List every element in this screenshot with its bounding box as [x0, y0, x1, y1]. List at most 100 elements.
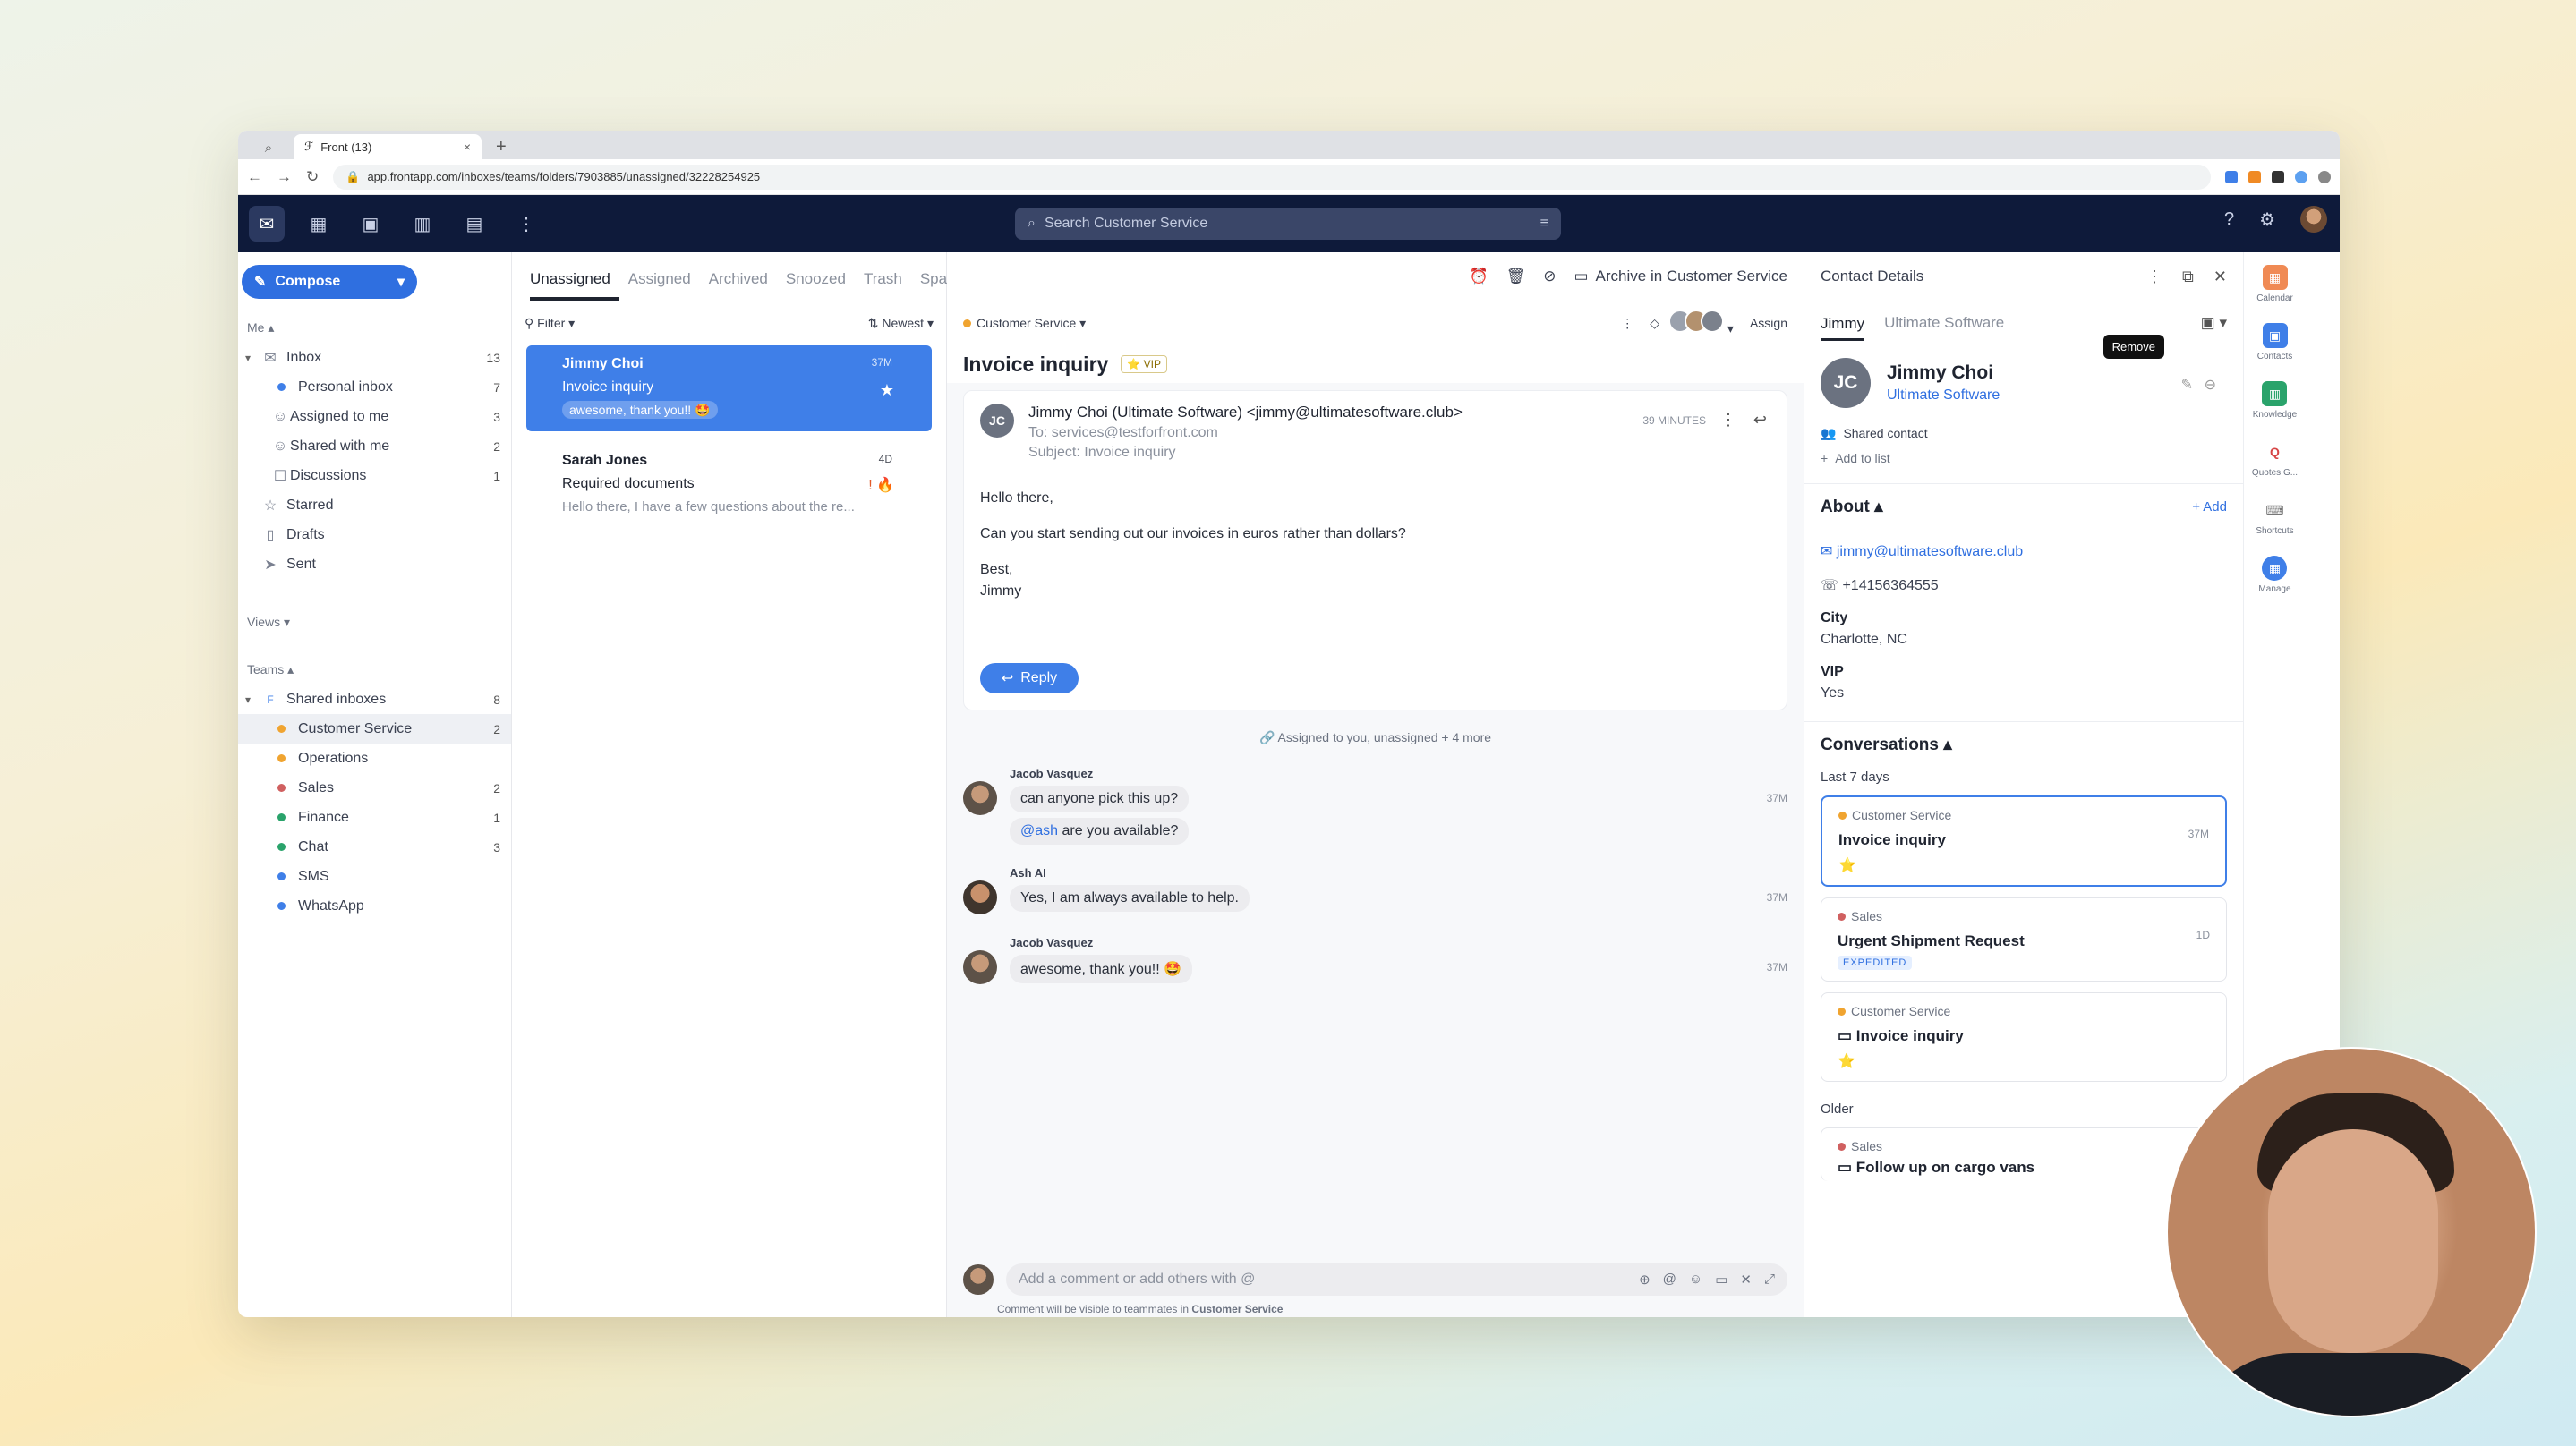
sidebar-item-team[interactable]: Operations	[238, 744, 511, 773]
contact-conversation-card[interactable]: Customer Service Invoice inquiry ⭐ 37M	[1821, 795, 2227, 887]
inbox-nav-icon[interactable]: ✉	[249, 206, 285, 242]
tab-assigned[interactable]: Assigned	[628, 270, 700, 301]
sidebar-item-shared-inboxes[interactable]: ▾ F Shared inboxes 8	[238, 685, 511, 714]
contact-company-link[interactable]: Ultimate Software	[1887, 387, 2000, 404]
comment-input[interactable]: Add a comment or add others with @ ⊕ @ ☺…	[1006, 1263, 1787, 1296]
participants[interactable]: ▾	[1668, 310, 1734, 336]
reply-icon[interactable]: ↩	[1753, 411, 1767, 430]
open-external-icon[interactable]: ⧉	[2182, 268, 2194, 286]
more-icon[interactable]: ⋮	[1621, 316, 1633, 331]
tools-icon[interactable]: ✕	[1740, 1272, 1752, 1288]
about-section-header[interactable]: About ▴ + Add	[1804, 497, 2243, 517]
chevron-down-icon[interactable]: ▾	[245, 352, 260, 364]
tab-search-icon[interactable]: ⌕	[251, 136, 286, 159]
forward-icon[interactable]: →	[277, 168, 292, 186]
close-icon[interactable]: ✕	[2213, 268, 2227, 286]
conversations-section-header[interactable]: Conversations ▴	[1804, 735, 2243, 755]
sidebar-item-shared-with-me[interactable]: ☺ Shared with me 2	[238, 431, 511, 461]
back-icon[interactable]: ←	[247, 168, 262, 186]
address-bar[interactable]: 🔒 app.frontapp.com/inboxes/teams/folders…	[333, 164, 2211, 190]
conversation-item[interactable]: Sarah Jones Required documents Hello the…	[526, 442, 932, 528]
extension-icon[interactable]	[2295, 170, 2307, 183]
sidebar-item-discussions[interactable]: ☐ Discussions 1	[238, 461, 511, 490]
tab-archived[interactable]: Archived	[709, 270, 777, 301]
tab-unassigned[interactable]: Unassigned	[530, 270, 619, 301]
rail-contacts[interactable]: ▣ Contacts	[2257, 323, 2292, 362]
sidebar-item-inbox[interactable]: ▾ ✉ Inbox 13	[238, 343, 511, 372]
star-icon[interactable]: ★	[880, 381, 894, 400]
knowledge-nav-icon[interactable]: ▤	[456, 206, 492, 242]
rail-quotes[interactable]: Q Quotes G...	[2252, 439, 2298, 478]
sidebar-item-sent[interactable]: ➤ Sent	[238, 549, 511, 579]
analytics-nav-icon[interactable]: ▥	[405, 206, 440, 242]
inbox-selector[interactable]: Customer Service ▾	[963, 316, 1086, 331]
profile-icon[interactable]	[2318, 170, 2331, 183]
sort-button[interactable]: ⇅ Newest ▾	[868, 316, 934, 331]
remove-icon[interactable]: ⊖	[2205, 376, 2216, 394]
me-section-label[interactable]: Me ▴	[238, 320, 511, 336]
sidebar-item-assigned-to-me[interactable]: ☺ Assigned to me 3	[238, 402, 511, 431]
chevron-down-icon[interactable]: ▾	[245, 693, 260, 706]
more-icon[interactable]: ⋮	[2146, 268, 2162, 286]
expand-icon[interactable]: ⤢	[1764, 1272, 1775, 1288]
sidebar-item-team[interactable]: SMS	[238, 862, 511, 891]
reload-icon[interactable]: ↻	[306, 168, 319, 186]
sidebar-item-starred[interactable]: ☆ Starred	[238, 490, 511, 520]
more-icon[interactable]: ⋮	[1720, 411, 1736, 430]
rail-calendar[interactable]: ▦ Calendar	[2256, 265, 2293, 303]
tab-trash[interactable]: Trash	[864, 270, 911, 301]
chevron-down-icon[interactable]: ▾	[387, 273, 405, 291]
views-section-label[interactable]: Views ▾	[238, 615, 511, 630]
spam-icon[interactable]: ⊘	[1543, 268, 1556, 285]
search-input[interactable]: ⌕ Search Customer Service ≡	[1015, 208, 1561, 240]
tab-snoozed[interactable]: Snoozed	[786, 270, 855, 301]
contact-email[interactable]: ✉ jimmy@ultimatesoftware.club	[1804, 542, 2243, 560]
filter-icon[interactable]: ≡	[1540, 216, 1548, 232]
assign-button[interactable]: Assign	[1750, 316, 1787, 330]
add-field-button[interactable]: + Add	[2192, 499, 2227, 515]
contact-conversation-card[interactable]: Sales Urgent Shipment Request EXPEDITED …	[1821, 897, 2227, 982]
tag-icon[interactable]: ◇	[1650, 316, 1659, 331]
gif-icon[interactable]: ▭	[1715, 1272, 1727, 1288]
archive-button[interactable]: ▭ Archive in Customer Service	[1574, 268, 1787, 285]
extension-icon[interactable]	[2248, 170, 2261, 183]
emoji-icon[interactable]: ☺	[1689, 1272, 1702, 1288]
contact-conversation-card[interactable]: Customer Service ▭ Invoice inquiry ⭐	[1821, 992, 2227, 1082]
user-avatar[interactable]	[2300, 206, 2327, 233]
rail-manage[interactable]: ▦ Manage	[2258, 556, 2291, 594]
edit-icon[interactable]: ✎	[2181, 376, 2193, 394]
close-tab-icon[interactable]: ×	[464, 140, 471, 154]
tab-ultimate-software[interactable]: Ultimate Software	[1884, 314, 2004, 332]
contact-card-icon[interactable]: ▣ ▾	[2201, 314, 2227, 332]
sidebar-item-team[interactable]: Customer Service 2	[238, 714, 511, 744]
conversation-item[interactable]: Jimmy Choi Invoice inquiry awesome, than…	[526, 345, 932, 431]
contact-phone[interactable]: ☏ +14156364555	[1804, 576, 2243, 594]
assignment-note[interactable]: 🔗 Assigned to you, unassigned + 4 more	[947, 730, 1804, 745]
contacts-nav-icon[interactable]: ▣	[353, 206, 388, 242]
filter-button[interactable]: ⚲ Filter ▾	[525, 316, 575, 331]
mention-icon[interactable]: @	[1663, 1272, 1676, 1288]
sidebar-item-personal-inbox[interactable]: Personal inbox 7	[238, 372, 511, 402]
extension-icon[interactable]	[2225, 170, 2238, 183]
trash-icon[interactable]: 🗑	[1506, 268, 1526, 285]
contact-conversation-card[interactable]: Sales ▭ Follow up on cargo vans	[1821, 1127, 2227, 1181]
sidebar-item-team[interactable]: Chat 3	[238, 832, 511, 862]
compose-button[interactable]: ✎ Compose ▾	[242, 265, 417, 299]
browser-tab[interactable]: ℱ Front (13) ×	[294, 134, 482, 159]
rail-knowledge[interactable]: ▥ Knowledge	[2253, 381, 2297, 420]
add-to-list-button[interactable]: + Add to list	[1804, 446, 2243, 471]
teams-section-label[interactable]: Teams ▴	[238, 662, 511, 677]
sidebar-item-team[interactable]: WhatsApp	[238, 891, 511, 921]
sidebar-item-team[interactable]: Finance 1	[238, 803, 511, 832]
sidebar-item-team[interactable]: Sales 2	[238, 773, 511, 803]
extension-icon[interactable]	[2272, 170, 2284, 183]
reply-button[interactable]: ↩ Reply	[980, 663, 1079, 693]
sidebar-item-drafts[interactable]: ▯ Drafts	[238, 520, 511, 549]
new-tab-button[interactable]: +	[489, 134, 514, 159]
more-nav-icon[interactable]: ⋮	[508, 206, 544, 242]
calendar-nav-icon[interactable]: ▦	[301, 206, 337, 242]
gear-icon[interactable]: ⚙	[2259, 208, 2275, 231]
help-icon[interactable]: ?	[2224, 209, 2234, 230]
snooze-icon[interactable]: ⏰	[1469, 268, 1488, 285]
add-icon[interactable]: ⊕	[1639, 1272, 1651, 1288]
